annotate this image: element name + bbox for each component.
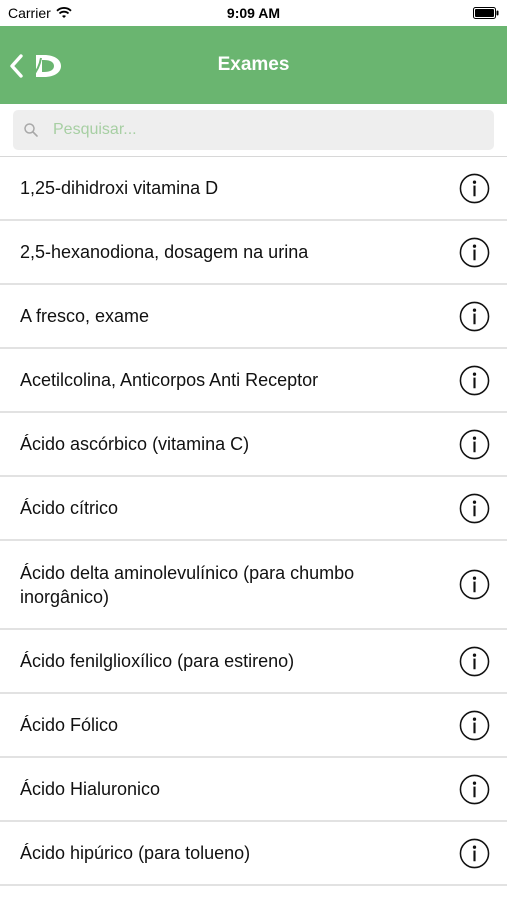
info-icon[interactable] [459, 429, 490, 460]
list-item-label: Ácido fenilglioxílico (para estireno) [20, 651, 295, 671]
list-item[interactable]: 2,5-hexanodiona, dosagem na urina [0, 221, 507, 285]
list-item-label: A fresco, exame [20, 306, 150, 326]
list-item-label: 2,5-hexanodiona, dosagem na urina [20, 242, 309, 262]
page-title: Exames [217, 54, 290, 75]
list-item[interactable]: Ácido ascórbico (vitamina C) [0, 413, 507, 477]
list-item-label: Ácido Hialuronico [20, 779, 161, 799]
info-icon[interactable] [459, 301, 490, 332]
search-field[interactable] [13, 110, 494, 150]
list-item[interactable]: Acetilcolina, Anticorpos Anti Receptor [0, 349, 507, 413]
list-item[interactable]: Ácido cítrico [0, 477, 507, 541]
search-input[interactable] [51, 120, 435, 140]
search-bar [0, 104, 507, 157]
info-icon[interactable] [459, 493, 490, 524]
list-item[interactable]: Ácido hipúrico (para tolueno) [0, 822, 507, 886]
status-bar: Carrier 9:09 AM [0, 0, 507, 26]
list-item[interactable]: 1,25-dihidroxi vitamina D [0, 157, 507, 221]
list-item-label: Ácido Fólico [20, 715, 119, 735]
list-item[interactable]: Ácido Hialuronico [0, 758, 507, 822]
info-icon[interactable] [459, 838, 490, 869]
search-icon [24, 123, 38, 137]
info-icon[interactable] [459, 173, 490, 204]
list-item[interactable]: Ácido Fólico [0, 694, 507, 758]
list-item-label: Ácido ascórbico (vitamina C) [20, 434, 250, 454]
list-item-label: 1,25-dihidroxi vitamina D [20, 178, 219, 198]
exam-list: 1,25-dihidroxi vitamina D 2,5-hexanodiona… [0, 157, 507, 886]
nav-bar: Exames [0, 26, 507, 104]
info-icon[interactable] [459, 365, 490, 396]
info-icon[interactable] [459, 237, 490, 268]
info-icon[interactable] [459, 710, 490, 741]
list-item[interactable]: A fresco, exame [0, 285, 507, 349]
list-item-label: Ácido cítrico [20, 498, 119, 518]
info-icon[interactable] [459, 569, 490, 600]
battery-icon [473, 7, 499, 19]
list-item[interactable]: Ácido delta aminolevulínico (para chumbo… [0, 541, 507, 630]
list-item[interactable]: Ácido fenilglioxílico (para estireno) [0, 630, 507, 694]
info-icon[interactable] [459, 774, 490, 805]
info-icon[interactable] [459, 646, 490, 677]
list-item-label: Ácido hipúrico (para tolueno) [20, 843, 251, 863]
list-item-label: Ácido delta aminolevulínico (para chumbo… [20, 562, 355, 607]
list-item-label: Acetilcolina, Anticorpos Anti Receptor [20, 370, 319, 390]
clock: 9:09 AM [226, 5, 281, 21]
